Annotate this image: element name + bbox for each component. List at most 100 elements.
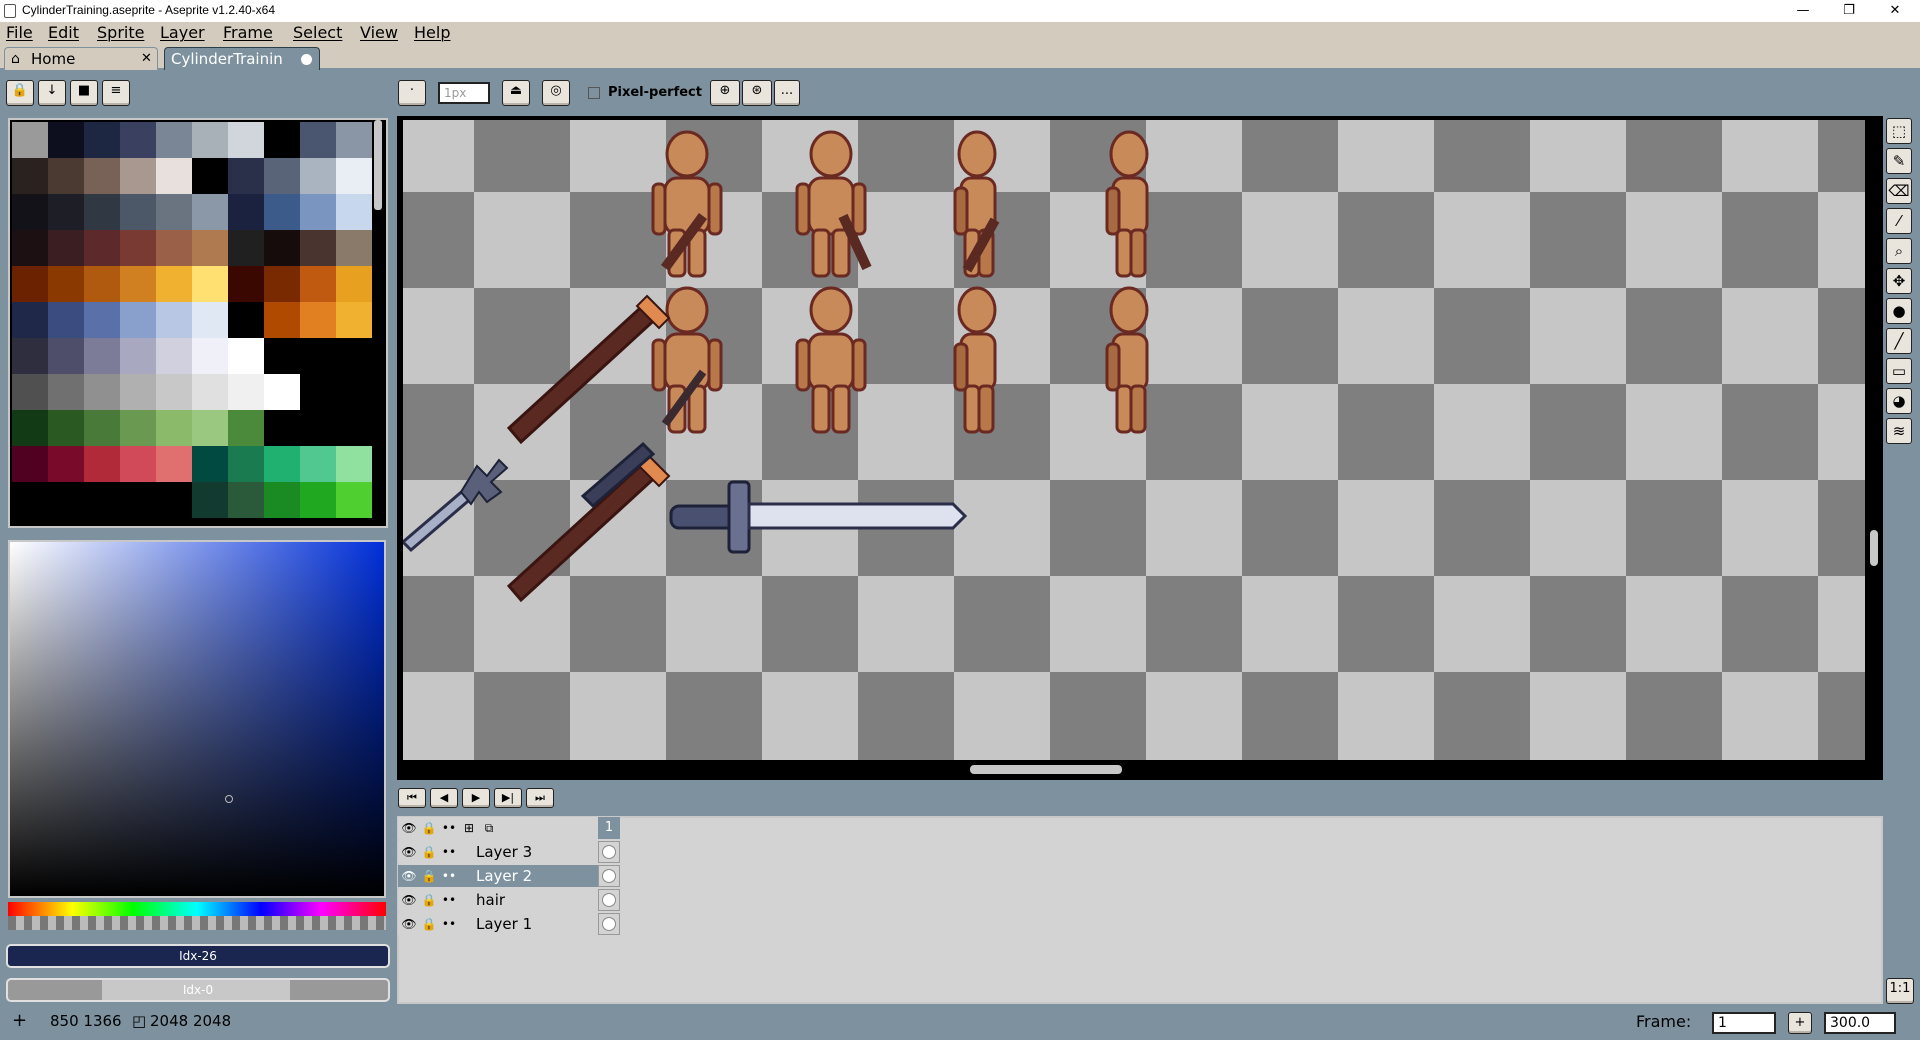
palette-swatch[interactable] [264,230,300,266]
continuous-icon[interactable]: •• [440,819,458,837]
palette-swatch[interactable] [192,194,228,230]
rectangle-tool-icon[interactable]: ▭ [1886,358,1912,384]
minimize-button[interactable]: — [1780,0,1826,22]
layer-row-selected[interactable]: 👁 🔒 •• Layer 2 [398,865,598,887]
brush-size-input[interactable]: 1px [438,82,490,104]
palette-swatch[interactable] [228,482,264,518]
palette-swatch[interactable] [264,482,300,518]
symmetry-button[interactable]: ⊕ [710,80,740,106]
palette-swatch[interactable] [228,230,264,266]
palette-swatch[interactable] [84,266,120,302]
palette-swatch[interactable] [336,266,372,302]
palette-swatch[interactable] [300,410,336,446]
palette-swatch[interactable] [48,338,84,374]
palette-swatch[interactable] [300,194,336,230]
palette-swatch[interactable] [192,410,228,446]
ink-type-button[interactable]: ⏏ [502,80,530,106]
palette-swatch[interactable] [12,122,48,158]
palette-presets-button[interactable]: ■ [70,80,98,106]
palette-swatch[interactable] [264,374,300,410]
previous-frame-button[interactable]: ◀ [430,788,458,808]
palette-swatch[interactable] [84,122,120,158]
continuous-icon[interactable]: •• [440,843,458,861]
close-window-button[interactable]: ✕ [1872,0,1918,22]
palette-swatch[interactable] [12,410,48,446]
palette-swatch[interactable] [156,374,192,410]
palette-swatch[interactable] [12,158,48,194]
last-frame-button[interactable]: ⏭ [526,788,554,808]
palette-swatch[interactable] [336,194,372,230]
palette-swatch[interactable] [192,158,228,194]
pencil-tool-icon[interactable]: ✎ [1886,148,1912,174]
marquee-tool-icon[interactable]: ⬚ [1886,118,1912,144]
cel[interactable] [598,889,620,911]
palette-swatch[interactable] [12,446,48,482]
palette-swatch[interactable] [156,230,192,266]
zoom-reset-button[interactable]: 1:1 [1886,978,1914,1004]
palette-swatch[interactable] [120,374,156,410]
palette-swatch[interactable] [300,122,336,158]
palette-swatch[interactable] [48,158,84,194]
menu-view[interactable]: View [360,23,398,43]
palette-swatch[interactable] [228,194,264,230]
palette-swatch[interactable] [84,410,120,446]
palette-swatch[interactable] [12,302,48,338]
palette-swatch[interactable] [300,266,336,302]
palette-swatch[interactable] [12,266,48,302]
palette-swatch[interactable] [192,374,228,410]
background-color-slot[interactable]: Idx-0 [6,978,390,1002]
lock-icon[interactable]: 🔒 [420,891,438,909]
palette-swatch[interactable] [156,302,192,338]
continuous-icon[interactable]: •• [440,891,458,909]
layer-row[interactable]: 👁 🔒 •• Layer 1 [398,913,598,935]
alpha-slider[interactable] [8,916,386,930]
menu-select[interactable]: Select [293,23,342,43]
lock-icon[interactable]: 🔒 [420,843,438,861]
dynamics-button[interactable]: ⊛ [742,80,772,106]
palette-swatch[interactable] [48,230,84,266]
color-saturation-value-box[interactable] [8,540,386,898]
layer-row[interactable]: 👁 🔒 •• hair [398,889,598,911]
onion-skin-icon[interactable]: ⧉ [480,819,498,837]
palette-swatch[interactable] [300,158,336,194]
line-tool-icon[interactable]: ╱ [1886,328,1912,354]
add-frame-button[interactable]: + [1788,1012,1812,1034]
pixel-perfect-checkbox[interactable] [588,87,600,99]
palette-swatch[interactable] [228,410,264,446]
palette-scrollbar[interactable] [374,120,382,210]
palette-swatch[interactable] [228,266,264,302]
contour-tool-icon[interactable]: ◕ [1886,388,1912,414]
palette-swatch[interactable] [336,482,372,518]
palette-swatch[interactable] [336,302,372,338]
lock-palette-button[interactable]: 🔒 [6,80,34,106]
palette-swatch[interactable] [84,194,120,230]
palette-swatch[interactable] [300,446,336,482]
menu-file[interactable]: File [6,23,33,43]
cel[interactable] [598,841,620,863]
palette-swatch[interactable] [300,302,336,338]
tab-close-icon[interactable]: ✕ [141,49,152,69]
palette-swatch[interactable] [264,158,300,194]
palette-options-button[interactable]: ≡ [102,80,130,106]
sprite-canvas[interactable] [403,120,1865,760]
palette-swatch[interactable] [48,266,84,302]
palette-swatch[interactable] [156,266,192,302]
palette-swatch[interactable] [264,194,300,230]
palette-swatch[interactable] [84,302,120,338]
cel[interactable] [598,913,620,935]
palette-swatch[interactable] [336,230,372,266]
palette-swatch[interactable] [264,410,300,446]
zoom-input[interactable]: 300.0 [1824,1012,1896,1034]
move-tool-icon[interactable]: ✥ [1886,268,1912,294]
palette-swatch[interactable] [192,302,228,338]
first-frame-button[interactable]: ⏮ [398,788,426,808]
palette-swatch[interactable] [120,230,156,266]
palette-swatch[interactable] [84,158,120,194]
palette-swatch[interactable] [120,122,156,158]
play-button[interactable]: ▶ [462,788,490,808]
palette-swatch[interactable] [228,446,264,482]
frame-input[interactable]: 1 [1712,1012,1776,1034]
fill-tool-icon[interactable]: ● [1886,298,1912,324]
canvas-horizontal-scrollbar[interactable] [970,765,1122,774]
lock-icon[interactable]: 🔒 [420,867,438,885]
